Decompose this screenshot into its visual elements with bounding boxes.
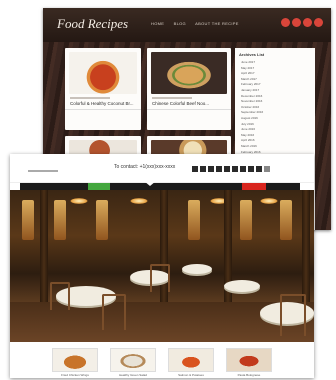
dish-thumbnail[interactable]: Pasta Bolognese (226, 348, 272, 377)
social-icon[interactable] (216, 166, 222, 172)
restaurant-window: To contact: +1(xxx)xxx-xxxx Fried Chicke… (10, 154, 314, 378)
dish-thumbnail[interactable]: Salmon & Potatoes (168, 348, 214, 377)
archive-link[interactable]: April 2016 (241, 138, 255, 142)
archive-link[interactable]: August 2016 (241, 116, 258, 120)
sidebar-heading: Archives List (239, 52, 265, 57)
google-plus-icon[interactable] (303, 18, 312, 27)
archive-link[interactable]: June 2016 (241, 127, 255, 131)
card-divider (65, 109, 141, 110)
logo-text: Food Recipes (57, 16, 129, 31)
recipe-photo (151, 52, 227, 94)
social-icon[interactable] (240, 166, 246, 172)
archive-link[interactable]: February 2017 (241, 82, 261, 86)
dish-caption: Pasta Bolognese (237, 373, 261, 377)
nav-pointer (144, 181, 156, 186)
pinterest-icon[interactable] (314, 18, 323, 27)
social-icon[interactable] (224, 166, 230, 172)
archive-link[interactable]: September 2016 (241, 110, 263, 114)
recipe-card[interactable]: Colorful & Healthy Coconut Br... (65, 48, 141, 130)
nav-about[interactable]: ABOUT THE RECIPE (195, 21, 239, 26)
dish-thumbnail[interactable]: Fried Chicken Wings (52, 348, 98, 377)
social-icon[interactable] (248, 166, 254, 172)
archive-link[interactable]: March 2016 (241, 144, 257, 148)
recipe-title[interactable]: Chinese Colorful Beef Noo... (152, 101, 209, 106)
social-icon[interactable] (200, 166, 206, 172)
archive-link[interactable]: May 2016 (241, 133, 254, 137)
archive-link[interactable]: April 2017 (241, 71, 255, 75)
search-icon[interactable] (264, 166, 270, 172)
recipe-card[interactable]: Chinese Colorful Beef Noo... (147, 48, 231, 130)
nav-blog[interactable]: BLOG (174, 21, 186, 26)
recipe-photo (69, 52, 137, 94)
archive-link[interactable]: December 2016 (241, 94, 262, 98)
archive-link[interactable]: July 2016 (241, 122, 254, 126)
archive-link[interactable]: October 2016 (241, 105, 259, 109)
recipe-meta (152, 97, 192, 99)
social-icon[interactable] (232, 166, 238, 172)
brand-tagline-line (28, 170, 58, 172)
archive-link[interactable]: June 2017 (241, 60, 255, 64)
dish-gallery: Fried Chicken Wings Healthy Green Salad … (10, 342, 314, 378)
archive-link[interactable]: May 2017 (241, 66, 254, 70)
twitter-icon[interactable] (292, 18, 301, 27)
social-icon[interactable] (256, 166, 262, 172)
dish-thumbnail[interactable]: Healthy Green Salad (110, 348, 156, 377)
archive-link[interactable]: March 2017 (241, 77, 257, 81)
dish-caption: Healthy Green Salad (119, 373, 147, 377)
nav-active-item[interactable] (88, 183, 110, 190)
food-recipes-logo[interactable]: Food Recipes (57, 16, 128, 32)
card-divider (147, 109, 231, 110)
main-nav: HOME BLOG ABOUT THE RECIPE (151, 21, 247, 26)
recipe-title[interactable]: Colorful & Healthy Coconut Br... (70, 101, 134, 106)
archive-link[interactable]: February 2016 (241, 150, 261, 154)
social-icon[interactable] (208, 166, 214, 172)
archive-link[interactable]: November 2016 (241, 99, 262, 103)
social-icon[interactable] (192, 166, 198, 172)
archive-link[interactable]: January 2017 (241, 88, 259, 92)
facebook-icon[interactable] (281, 18, 290, 27)
dish-caption: Salmon & Potatoes (178, 373, 204, 377)
contact-phone: To contact: +1(xxx)xxx-xxxx (114, 164, 176, 170)
nav-home[interactable]: HOME (151, 21, 164, 26)
dish-caption: Fried Chicken Wings (61, 373, 89, 377)
restaurant-hero-image (10, 190, 314, 342)
recipe-meta (70, 97, 110, 99)
